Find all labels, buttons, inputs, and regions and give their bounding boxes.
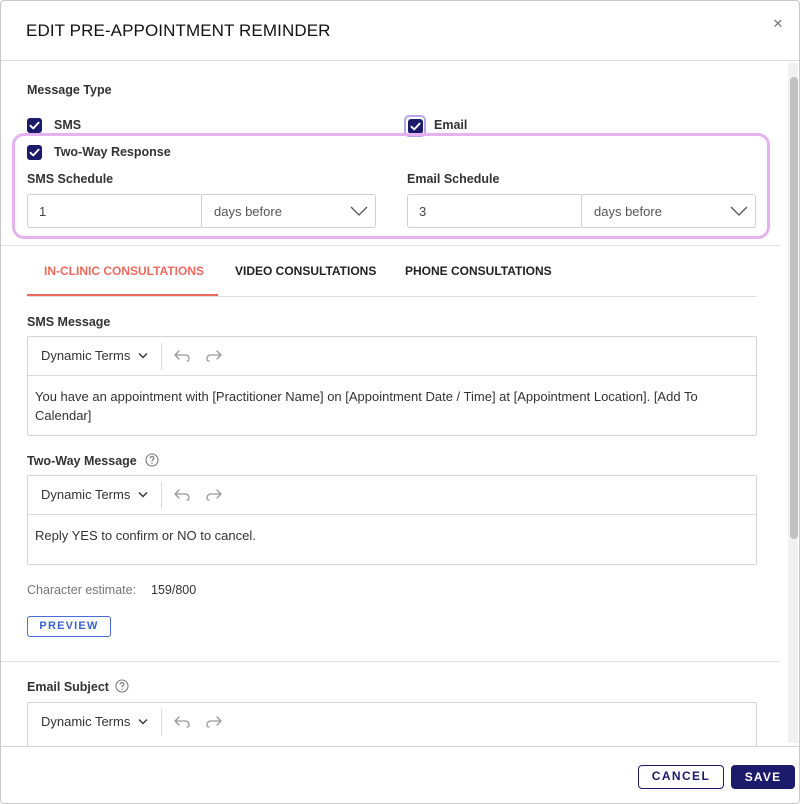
close-icon[interactable]: ✕ <box>771 17 785 31</box>
sms-message-text: You have an appointment with [Practition… <box>35 389 698 423</box>
divider <box>1 245 781 246</box>
dynamic-terms-dropdown[interactable]: Dynamic Terms <box>41 348 130 363</box>
two-way-message-label: Two-Way Message <box>27 454 137 468</box>
active-tab-indicator <box>27 294 218 296</box>
editor-toolbar: Dynamic Terms <box>28 337 756 376</box>
dynamic-terms-dropdown[interactable]: Dynamic Terms <box>41 487 130 502</box>
toolbar-divider <box>161 709 162 736</box>
email-schedule-unit-select[interactable]: days before <box>581 194 756 228</box>
message-type-label: Message Type <box>27 83 112 97</box>
help-icon[interactable] <box>145 453 159 467</box>
checkmark-icon <box>29 148 40 157</box>
scrollbar-thumb[interactable] <box>790 77 798 539</box>
sms-message-editor[interactable]: Dynamic Terms You have an appointment wi… <box>27 336 757 436</box>
email-checkbox[interactable] <box>408 119 423 134</box>
toolbar-divider <box>161 343 162 370</box>
chevron-down-icon <box>350 206 368 216</box>
undo-icon[interactable] <box>173 349 191 363</box>
two-way-response-label: Two-Way Response <box>54 145 171 159</box>
redo-icon[interactable] <box>205 349 223 363</box>
email-schedule-input[interactable]: 3 <box>407 194 583 228</box>
undo-icon[interactable] <box>173 715 191 729</box>
checkmark-icon <box>410 122 421 131</box>
tab-in-clinic-consultations[interactable]: IN-CLINIC CONSULTATIONS <box>44 264 204 278</box>
sms-schedule-unit-value: days before <box>214 204 282 219</box>
edit-reminder-modal: EDIT PRE-APPOINTMENT REMINDER ✕ Message … <box>0 0 800 804</box>
dynamic-terms-dropdown[interactable]: Dynamic Terms <box>41 714 130 729</box>
cancel-button[interactable]: CANCEL <box>638 765 724 789</box>
preview-button[interactable]: PREVIEW <box>27 616 111 637</box>
email-schedule-label: Email Schedule <box>407 172 500 186</box>
editor-toolbar: Dynamic Terms <box>28 476 756 515</box>
email-label: Email <box>434 118 468 132</box>
modal-title: EDIT PRE-APPOINTMENT REMINDER <box>26 21 331 40</box>
chevron-down-icon <box>730 206 748 216</box>
divider <box>1 661 781 662</box>
character-estimate-value: 159/800 <box>151 583 197 597</box>
sms-schedule-value: 1 <box>39 204 47 219</box>
sms-schedule-label: SMS Schedule <box>27 172 114 186</box>
character-estimate-label: Character estimate: <box>27 583 137 597</box>
sms-schedule-unit-select[interactable]: days before <box>201 194 376 228</box>
modal-header: EDIT PRE-APPOINTMENT REMINDER ✕ <box>1 1 799 61</box>
two-way-response-checkbox[interactable] <box>27 145 42 160</box>
editor-toolbar: Dynamic Terms <box>28 703 756 742</box>
two-way-message-text: Reply YES to confirm or NO to cancel. <box>35 528 256 543</box>
sms-message-label: SMS Message <box>27 315 111 329</box>
email-schedule-unit-value: days before <box>594 204 662 219</box>
email-subject-label: Email Subject <box>27 680 109 694</box>
chevron-down-icon <box>138 719 148 725</box>
save-button[interactable]: SAVE <box>731 765 795 789</box>
redo-icon[interactable] <box>205 488 223 502</box>
sms-schedule-input[interactable]: 1 <box>27 194 203 228</box>
sms-label: SMS <box>54 118 82 132</box>
tab-phone-consultations[interactable]: PHONE CONSULTATIONS <box>405 264 552 278</box>
email-schedule-value: 3 <box>419 204 427 219</box>
email-subject-editor[interactable]: Dynamic Terms <box>27 702 757 752</box>
sms-checkbox[interactable] <box>27 118 42 133</box>
checkmark-icon <box>29 121 40 130</box>
two-way-message-editor[interactable]: Dynamic Terms Reply YES to confirm or NO… <box>27 475 757 565</box>
redo-icon[interactable] <box>205 715 223 729</box>
tabs-divider <box>27 296 757 297</box>
undo-icon[interactable] <box>173 488 191 502</box>
chevron-down-icon <box>138 353 148 359</box>
toolbar-divider <box>161 482 162 509</box>
help-icon[interactable] <box>115 679 129 693</box>
chevron-down-icon <box>138 492 148 498</box>
tab-video-consultations[interactable]: VIDEO CONSULTATIONS <box>235 264 376 278</box>
modal-footer: CANCEL SAVE <box>1 746 799 803</box>
